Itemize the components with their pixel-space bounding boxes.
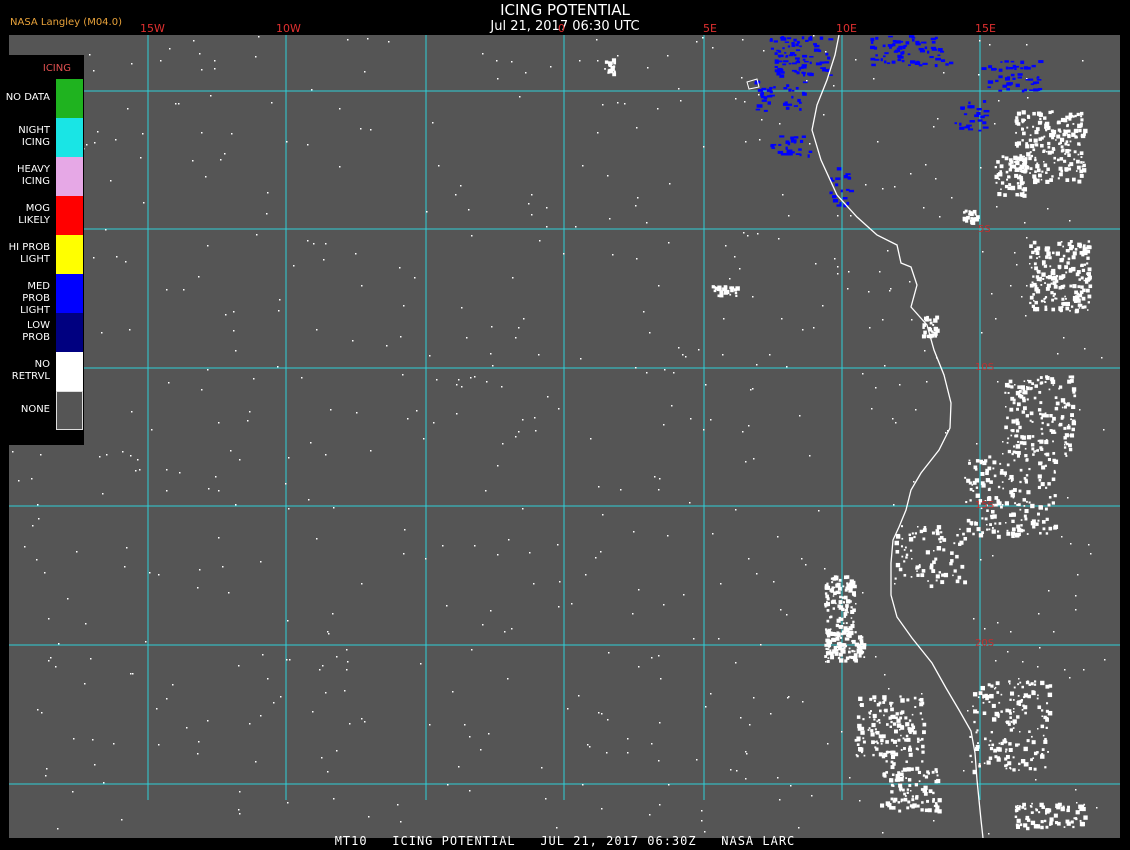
lat-label-10s: 10S [975,362,995,373]
legend-swatch-none [56,391,83,430]
icing-map-window: ICING POTENTIAL Jul 21, 2017 06:30 UTC N… [0,0,1130,850]
legend-label-heavy-icing: HEAVY ICING [17,164,50,187]
legend-swatch-no-retrvl [56,352,83,391]
lon-label-10w: 10W [276,22,301,35]
legend-swatch-low-prob [56,313,83,352]
lat-label-20s: 20S [975,638,995,649]
lon-label-0: 0 [558,22,565,35]
legend-label-no-data: NO DATA [5,92,50,103]
map-canvas [9,35,1120,838]
legend-label-med-prob-light: MED PROB LIGHT [20,281,50,316]
lat-lon-grid [9,35,1120,800]
lon-label-15w: 15W [140,22,165,35]
legend-swatch-night-icing [56,118,83,157]
legend-label-night-icing: NIGHT ICING [18,125,50,148]
lon-label-5e: 5E [703,22,717,35]
legend-label-mog-likely: MOG LIKELY [18,203,50,226]
map-title: ICING POTENTIAL [500,1,630,19]
legend-swatch-med-prob-light [56,274,83,313]
icing-legend: ICING NO DATA NIGHT ICING HEAVY ICING MOG LIKE… [6,55,84,445]
footer-caption: MT10 ICING POTENTIAL JUL 21, 2017 06:30Z… [334,834,796,848]
no-retrieval-speckles [11,35,1106,835]
legend-label-low-prob: LOW PROB [22,320,50,343]
lat-label-15s: 15S [975,500,995,511]
legend-title: ICING [42,63,71,74]
credit-label: NASA Langley (M04.0) [10,17,122,28]
med-prob-light-areas [754,35,1044,208]
legend-swatch-hi-prob-light [56,235,83,274]
legend-label-none: NONE [20,404,50,415]
legend-swatch-mog-likely [56,196,83,235]
lon-label-15e: 15E [975,22,996,35]
legend-label-hi-prob-light: HI PROB LIGHT [8,242,50,265]
lon-label-10e: 10E [836,22,857,35]
map-panel [9,35,1120,838]
legend-swatch-heavy-icing [56,157,83,196]
legend-label-no-retrvl: NO RETRVL [11,359,50,382]
map-datetime: Jul 21, 2017 06:30 UTC [490,19,640,34]
legend-swatch-no-data [56,79,83,118]
lat-label-5s: 5S [978,224,991,235]
